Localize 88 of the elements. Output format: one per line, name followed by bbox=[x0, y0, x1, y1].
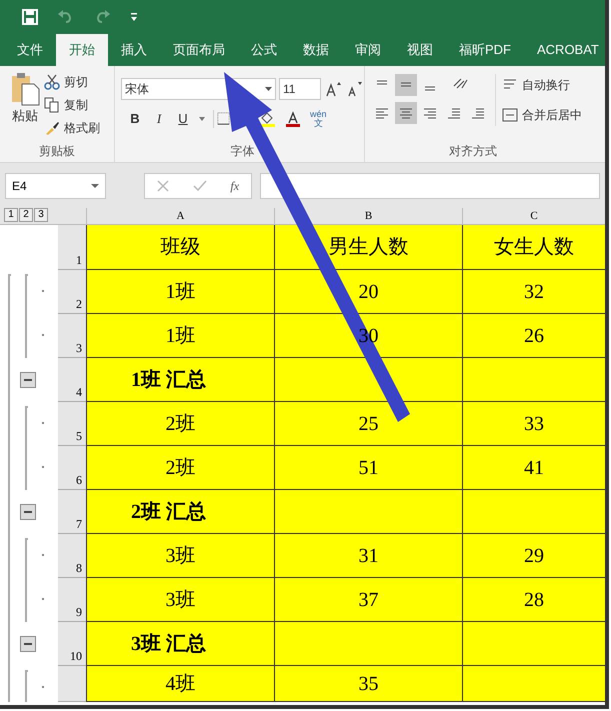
table-cell: 32 bbox=[462, 270, 605, 314]
ribbon-tab[interactable]: 公式 bbox=[238, 34, 290, 66]
table-cell: 3班 汇总 bbox=[86, 622, 274, 666]
insert-function-button[interactable]: fx bbox=[230, 176, 240, 194]
row-header[interactable]: 10 bbox=[58, 622, 86, 666]
font-size-field[interactable]: 11 bbox=[279, 78, 321, 100]
table-cell: 男生人数 bbox=[274, 225, 462, 270]
table-cell: 1班 汇总 bbox=[86, 358, 274, 402]
caret-icon bbox=[199, 116, 205, 121]
save-icon[interactable] bbox=[22, 9, 38, 25]
outline-level-button[interactable]: 2 bbox=[19, 208, 33, 222]
table-cell: 2班 bbox=[86, 446, 274, 490]
column-header[interactable]: A bbox=[86, 208, 274, 224]
name-box[interactable]: E4 bbox=[5, 172, 106, 198]
outline-level-button[interactable]: 3 bbox=[34, 208, 48, 222]
table-cell: 35 bbox=[274, 666, 462, 702]
customize-icon[interactable] bbox=[130, 12, 138, 22]
table-cell: 3班 bbox=[86, 578, 274, 622]
table-cell: 37 bbox=[274, 578, 462, 622]
ribbon-tab[interactable]: 开始 bbox=[56, 34, 108, 66]
collapse-button[interactable] bbox=[20, 372, 36, 388]
table-cell: 25 bbox=[274, 402, 462, 446]
table-cell: 班级 bbox=[86, 225, 274, 270]
bold-button[interactable]: B bbox=[127, 109, 143, 128]
border-icon[interactable] bbox=[217, 112, 230, 126]
row-header[interactable]: 9 bbox=[58, 578, 86, 622]
merge-icon[interactable] bbox=[502, 107, 518, 123]
check-icon[interactable] bbox=[192, 180, 207, 192]
grow-font-icon[interactable] bbox=[324, 81, 342, 97]
ribbon-tab[interactable]: ACROBAT bbox=[524, 34, 605, 66]
scissors-icon[interactable] bbox=[44, 74, 60, 90]
table-cell: 31 bbox=[274, 534, 462, 578]
table-cell: 26 bbox=[462, 314, 605, 358]
formula-input[interactable] bbox=[260, 172, 600, 198]
group-label: 字体 bbox=[230, 143, 256, 160]
ribbon-tab[interactable]: 视图 bbox=[394, 34, 446, 66]
table-cell: 51 bbox=[274, 446, 462, 490]
brush-icon[interactable] bbox=[44, 120, 60, 136]
table-cell: 1班 bbox=[86, 314, 274, 358]
align-center-icon[interactable] bbox=[395, 102, 417, 124]
row-header[interactable]: 5 bbox=[58, 402, 86, 446]
table-cell: 28 bbox=[462, 578, 605, 622]
column-header[interactable]: C bbox=[462, 208, 605, 224]
outline-level-button[interactable]: 1 bbox=[4, 208, 18, 222]
merge-center-button[interactable]: 合并后居中 bbox=[502, 104, 582, 126]
ribbon-tab[interactable]: 福昕PDF bbox=[446, 34, 524, 66]
ribbon-tab[interactable]: 审阅 bbox=[342, 34, 394, 66]
table-cell: 女生人数 bbox=[462, 225, 605, 270]
table-cell: 4班 bbox=[86, 666, 274, 702]
table-cell: 2班 bbox=[86, 402, 274, 446]
table-cell: 29 bbox=[462, 534, 605, 578]
group-label: 剪贴板 bbox=[38, 143, 76, 160]
table-cell: 20 bbox=[274, 270, 462, 314]
copy-icon[interactable] bbox=[44, 97, 60, 113]
collapse-button[interactable] bbox=[20, 504, 36, 520]
copy-button[interactable]: 复制 bbox=[44, 95, 100, 115]
ribbon-tab[interactable]: 插入 bbox=[108, 34, 160, 66]
middle-align-icon[interactable] bbox=[395, 74, 417, 96]
row-header[interactable]: 1 bbox=[58, 225, 86, 270]
row-header[interactable]: 8 bbox=[58, 534, 86, 578]
wrap-text-button[interactable]: 自动换行 bbox=[502, 74, 582, 96]
font-color-icon[interactable] bbox=[284, 110, 302, 127]
outline-bar bbox=[25, 670, 28, 702]
ribbon-tab[interactable]: 文件 bbox=[4, 34, 56, 66]
format-painter-button[interactable]: 格式刷 bbox=[44, 118, 100, 138]
phonetic-button[interactable]: wén 文 bbox=[310, 110, 327, 128]
row-header[interactable]: 6 bbox=[58, 446, 86, 490]
table-cell: 1班 bbox=[86, 270, 274, 314]
table-cell: 41 bbox=[462, 446, 605, 490]
clipboard-icon bbox=[10, 72, 40, 106]
collapse-button[interactable] bbox=[20, 636, 36, 652]
row-header[interactable]: 4 bbox=[58, 358, 86, 402]
fill-color-icon[interactable] bbox=[258, 110, 276, 127]
table-cell: 3班 bbox=[86, 534, 274, 578]
row-header[interactable]: 2 bbox=[58, 270, 86, 314]
table-cell: 2班 汇总 bbox=[86, 490, 274, 534]
paste-button[interactable]: 粘贴 bbox=[10, 72, 40, 142]
ribbon-tab[interactable]: 页面布局 bbox=[160, 34, 238, 66]
italic-button[interactable]: I bbox=[151, 109, 167, 128]
row-header[interactable]: 3 bbox=[58, 314, 86, 358]
ribbon-tab[interactable]: 数据 bbox=[290, 34, 342, 66]
row-header[interactable]: 7 bbox=[58, 490, 86, 534]
group-label: 对齐方式 bbox=[448, 143, 498, 160]
underline-button[interactable]: U bbox=[175, 109, 191, 128]
table-cell: 33 bbox=[462, 402, 605, 446]
cut-button[interactable]: 剪切 bbox=[44, 72, 100, 92]
caret-icon bbox=[265, 87, 272, 91]
caret-icon bbox=[91, 184, 99, 188]
